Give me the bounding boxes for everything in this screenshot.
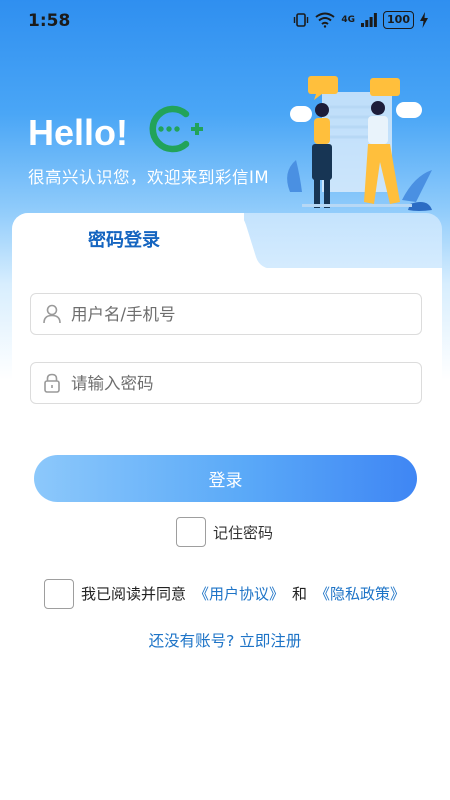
user-agreement-link[interactable]: 《用户协议》 [194, 583, 284, 604]
password-field[interactable] [30, 362, 422, 404]
agreement-prefix: 我已阅读并同意 [81, 585, 187, 603]
charging-icon [420, 12, 428, 28]
remember-password-label: 记住密码 [213, 524, 274, 542]
app-logo-icon [149, 105, 203, 153]
register-link[interactable]: 还没有账号? 立即注册 [0, 629, 450, 651]
status-time: 1:58 [28, 11, 71, 31]
tab-curve-decoration [218, 213, 278, 271]
username-input[interactable] [71, 304, 421, 324]
wifi-icon [315, 12, 335, 28]
battery-icon: 100 [383, 11, 414, 29]
agreement-checkbox[interactable] [44, 579, 74, 609]
login-button[interactable]: 登录 [34, 455, 417, 502]
tab-label-password-login[interactable]: 密码登录 [88, 226, 160, 252]
password-input[interactable] [71, 373, 421, 393]
username-field[interactable] [30, 293, 422, 335]
user-icon [43, 304, 61, 324]
battery-level: 100 [387, 13, 410, 26]
vibrate-icon [294, 13, 309, 27]
lock-icon [44, 373, 60, 393]
greeting-title: Hello! [28, 112, 129, 153]
agreement-row: 我已阅读并同意 《用户协议》 和 《隐私政策》 [81, 583, 405, 604]
chat-illustration [287, 76, 432, 211]
signal-icon [361, 13, 377, 27]
network-type-label: 4G [341, 15, 356, 25]
welcome-text: 很高兴认识您，欢迎来到彩信IM [28, 168, 270, 187]
agreement-conjunction: 和 [292, 585, 308, 603]
status-bar: 1:58 4G 100 [0, 0, 450, 42]
privacy-policy-link[interactable]: 《隐私政策》 [315, 583, 405, 604]
remember-password-checkbox[interactable] [176, 517, 206, 547]
status-icons: 4G 100 [293, 11, 428, 29]
